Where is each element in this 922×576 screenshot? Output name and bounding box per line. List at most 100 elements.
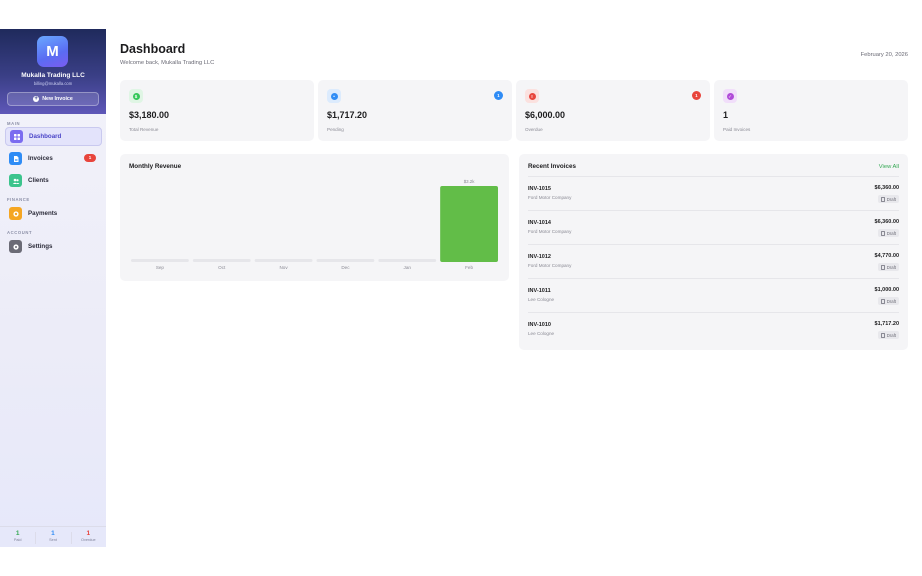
grid-icon [10,130,23,143]
stat-label: Pending [327,127,344,132]
view-all-link[interactable]: View All [879,164,899,170]
bar-nov [254,259,313,262]
invoice-client: Ford Motor Company [528,195,572,200]
main-content: Dashboard Welcome back, Mukalla Trading … [106,29,922,547]
sidebar-item-label: Payments [28,210,58,217]
sidebar-stat-overdue: 1 Overdue [70,527,106,547]
clock-icon: • [327,89,341,103]
x-tick-label: Feb [465,265,473,270]
status-badge: Draft [877,195,899,203]
draft-document-icon [880,196,885,202]
invoice-number: INV-1012 [528,254,551,260]
stat-label: Paid Invoices [723,127,751,132]
x-tick-label: Sep [156,265,165,270]
stat-value: $3,180.00 [129,110,170,120]
status-label: Draft [886,264,896,270]
sidebar-stat-label: Sent [49,538,57,542]
check-icon: ✓ [723,89,737,103]
sidebar-item-label: Settings [28,243,53,250]
draft-document-icon [880,332,885,338]
x-tick-label: Dec [341,265,350,270]
x-tick-label: Oct [218,265,226,270]
sidebar-stat-sent: 1 Sent [35,527,70,547]
table-row[interactable]: INV-1014 Ford Motor Company $6,360.00 Dr… [528,210,899,244]
plus-icon: + [33,96,40,102]
sidebar: M Mukalla Trading LLC billing@mukalla.co… [0,29,106,547]
table-row[interactable]: INV-1012 Ford Motor Company $4,770.00 Dr… [528,244,899,278]
new-invoice-button[interactable]: + New Invoice [7,92,99,106]
sidebar-item-invoices[interactable]: Invoices 1 [5,149,102,168]
stat-card-total-revenue[interactable]: $ $3,180.00 Total Revenue [120,80,314,141]
stat-label: Overdue [525,127,543,132]
invoice-amount: $4,770.00 [874,253,899,259]
dollar-icon: $ [129,89,143,103]
sidebar-stat-value: 1 [15,530,20,537]
invoice-number: INV-1010 [528,322,551,328]
draft-document-icon [880,230,885,236]
bar-feb [440,186,498,262]
stat-badge: 1 [692,91,701,100]
status-badge: Draft [877,263,899,271]
sidebar-stat-value: 1 [51,530,55,537]
bar-oct [192,259,251,262]
sidebar-item-dashboard[interactable]: Dashboard [5,127,102,146]
status-badge: Draft [877,331,899,339]
sidebar-header: M Mukalla Trading LLC billing@mukalla.co… [0,29,106,114]
app-window: M Mukalla Trading LLC billing@mukalla.co… [0,29,922,547]
invoice-client: Ford Motor Company [528,229,572,234]
section-label-finance: FINANCE [7,197,30,202]
section-label-account: ACCOUNT [7,230,33,235]
bar-jan [378,259,437,262]
table-row[interactable]: INV-1010 Lee Cologne $1,717.20 Draft [528,312,899,346]
draft-document-icon [880,298,885,304]
x-tick-label: Jan [404,265,412,270]
sidebar-item-label: Dashboard [29,133,62,140]
sidebar-stats: 1 Paid 1 Sent 1 Overdue [0,526,106,547]
monthly-revenue-chart: Sep Oct Nov Dec Jan Feb $3.2k [131,179,498,270]
stat-glyph: ! [528,92,536,100]
recent-invoices-title: Recent Invoices [528,163,576,170]
bar-dec [316,259,375,262]
status-label: Draft [886,196,896,202]
sidebar-item-clients[interactable]: Clients [5,171,102,190]
sidebar-stat-value: 1 [86,530,91,537]
invoice-number: INV-1011 [528,288,551,294]
welcome-message: Welcome back, Mukalla Trading LLC [120,60,215,66]
stat-value: $6,000.00 [525,110,566,120]
stat-value: 1 [723,110,729,120]
stat-card-overdue[interactable]: ! 1 $6,000.00 Overdue [516,80,710,141]
stat-card-paid-invoices[interactable]: ✓ 1 Paid Invoices [714,80,908,141]
coin-icon [9,207,22,220]
status-label: Draft [886,298,896,304]
sidebar-item-label: Invoices [28,155,53,162]
stat-badge: 1 [494,91,503,100]
invoice-amount: $1,717.20 [874,321,899,327]
alert-icon: ! [525,89,539,103]
x-tick-label: Nov [279,265,288,270]
stat-value: $1,717.20 [327,110,368,120]
document-icon [9,152,22,165]
invoice-number: INV-1014 [528,220,551,226]
draft-document-icon [880,264,885,270]
table-row[interactable]: INV-1011 Lee Cologne $1,000.00 Draft [528,278,899,312]
status-label: Draft [886,332,896,338]
stat-card-pending[interactable]: • 1 $1,717.20 Pending [318,80,512,141]
sidebar-stat-label: Paid [13,538,22,542]
stat-glyph: $ [132,92,140,100]
invoice-number: INV-1015 [528,186,551,192]
stat-glyph: • [330,92,338,100]
section-label-main: MAIN [7,121,21,126]
users-icon [9,174,22,187]
company-email: billing@mukalla.com [33,81,73,86]
page-title: Dashboard [120,42,186,56]
invoice-client: Ford Motor Company [528,263,572,268]
sidebar-stat-label: Overdue [81,538,96,542]
sidebar-item-settings[interactable]: Settings [5,237,102,256]
sidebar-item-label: Clients [28,177,49,184]
gear-icon [9,240,22,253]
new-invoice-label: New Invoice [42,96,73,102]
sidebar-item-payments[interactable]: Payments [5,204,102,223]
invoice-amount: $6,360.00 [874,219,899,225]
table-row[interactable]: INV-1015 Ford Motor Company $6,360.00 Dr… [528,176,899,210]
status-badge: Draft [877,297,899,305]
